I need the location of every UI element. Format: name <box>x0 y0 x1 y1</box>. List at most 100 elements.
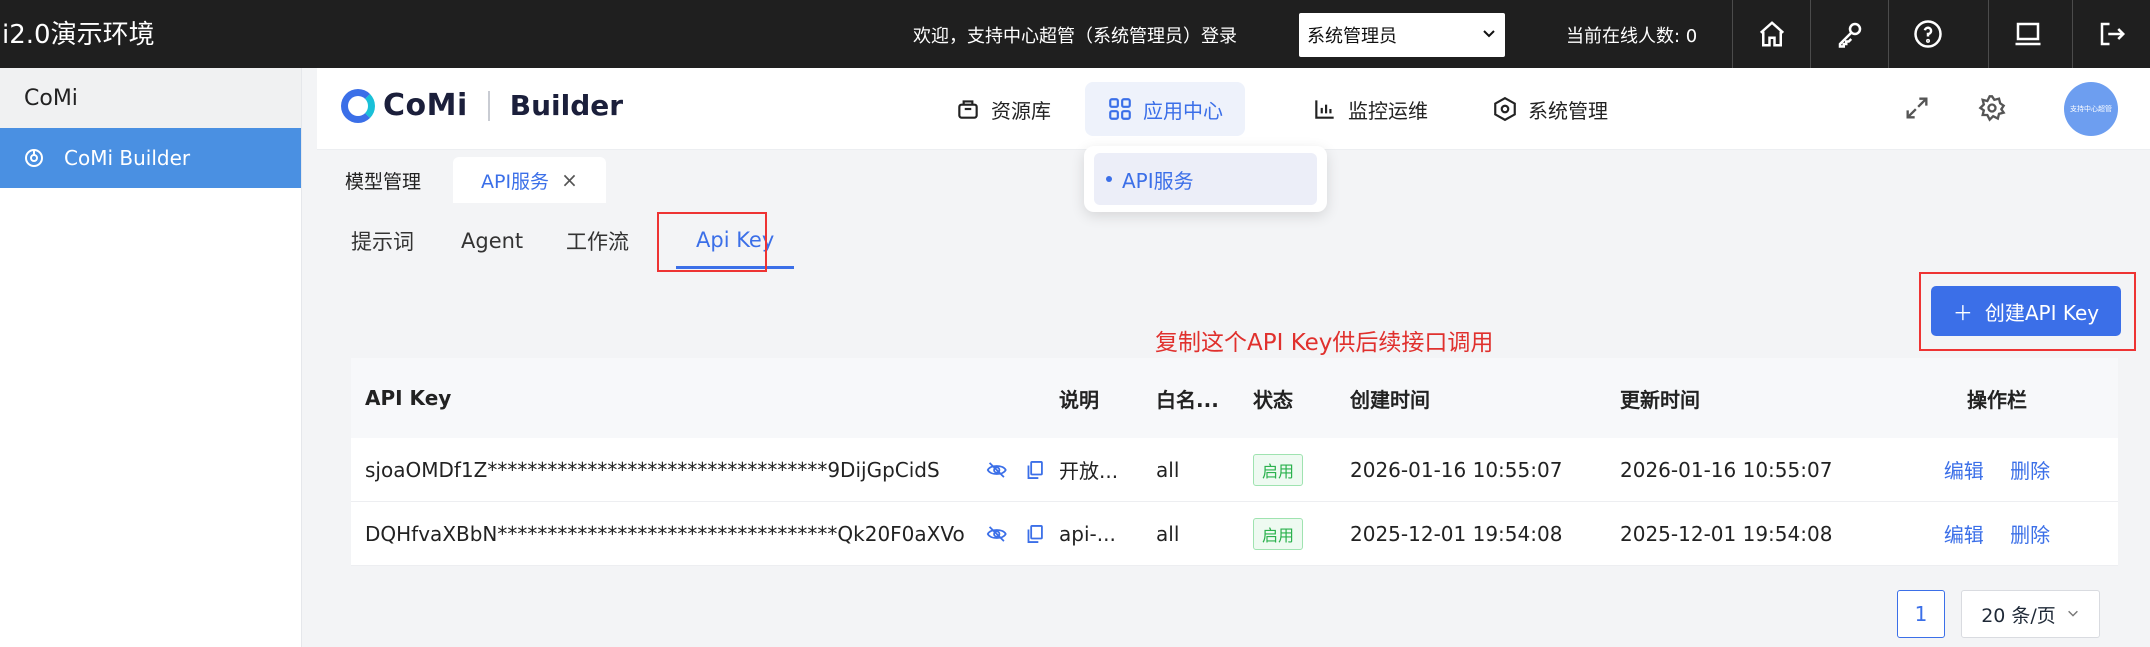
bullet-dot-icon <box>1106 176 1112 182</box>
edit-link[interactable]: 编辑 <box>1944 523 1984 547</box>
role-select-value: 系统管理员 <box>1307 26 1397 47</box>
whitelist-cell: all <box>1156 521 1180 546</box>
status-badge: 启用 <box>1253 453 1304 486</box>
nav-label: 资源库 <box>991 98 1051 123</box>
description-cell: 开放... <box>1059 459 1119 483</box>
logo-mark-icon <box>341 88 375 123</box>
subtab-prompts[interactable]: 提示词 <box>351 213 414 269</box>
close-icon[interactable]: × <box>561 168 578 192</box>
logout-button[interactable] <box>2072 0 2150 68</box>
tab-label: 模型管理 <box>345 170 422 193</box>
whitelist-cell: all <box>1156 457 1180 482</box>
tab-api-service[interactable]: API服务 × <box>453 157 606 203</box>
subtab-label: 提示词 <box>351 230 414 254</box>
annotation-text: 复制这个API Key供后续接口调用 <box>1155 330 1494 356</box>
eye-off-icon[interactable] <box>986 523 1008 545</box>
hexagon-gear-icon <box>1494 96 1516 122</box>
builder-icon <box>25 149 43 167</box>
left-sidebar: CoMi CoMi Builder <box>0 68 302 647</box>
chevron-down-icon <box>2066 603 2080 625</box>
app-center-dropdown: API服务 <box>1084 146 1327 212</box>
monitor-icon <box>2015 22 2040 46</box>
home-icon <box>1759 21 1784 47</box>
api-key-table: API Key 说明 白名... 状态 创建时间 更新时间 操作栏 sjoaOM… <box>351 358 2118 566</box>
updated-cell: 2026-01-16 10:55:07 <box>1620 457 1833 482</box>
api-key-value: DQHfvaXBbN******************************… <box>365 521 965 546</box>
edit-link[interactable]: 编辑 <box>1944 459 1984 483</box>
expand-icon <box>1906 97 1928 119</box>
chart-icon <box>1315 100 1334 119</box>
online-count: 当前在线人数: 0 <box>1566 26 1698 47</box>
operations-cell: 编辑 删除 <box>1876 455 2118 484</box>
logout-icon <box>2100 22 2125 46</box>
logo-divider <box>487 90 490 121</box>
main-content: 提示词 Agent 工作流 Api Key ＋ 创建API Key 复制这个AP… <box>317 203 2150 647</box>
column-header-description: 说明 <box>1059 387 1099 412</box>
column-header-status: 状态 <box>1253 387 1293 412</box>
description-cell: api-... <box>1059 521 1116 546</box>
sidebar-header: CoMi <box>0 68 301 128</box>
create-button-label: 创建API Key <box>1984 300 2100 325</box>
row-key-actions <box>972 523 1045 545</box>
row-key-actions <box>972 459 1045 481</box>
monitor-button[interactable] <box>1988 0 2066 68</box>
created-cell: 2026-01-16 10:55:07 <box>1350 457 1563 482</box>
nav-label: 应用中心 <box>1143 98 1223 123</box>
page-number-button[interactable]: 1 <box>1897 590 1945 638</box>
status-cell: 启用 <box>1239 517 1336 550</box>
role-select[interactable]: 系统管理员 <box>1299 13 1505 57</box>
column-header-operations: 操作栏 <box>1967 387 2027 412</box>
tab-label: API服务 <box>481 170 550 193</box>
column-header-whitelist: 白名... <box>1156 387 1219 412</box>
table-header: API Key 说明 白名... 状态 创建时间 更新时间 操作栏 <box>351 358 2118 438</box>
page-size-select[interactable]: 20 条/页 <box>1961 590 2100 638</box>
api-key-value: sjoaOMDf1Z******************************… <box>365 457 940 482</box>
sidebar-item-comi-builder[interactable]: CoMi Builder <box>0 128 301 188</box>
fullscreen-button[interactable] <box>1903 94 1933 124</box>
nav-system-management[interactable]: 系统管理 <box>1470 82 1630 136</box>
table-row: DQHfvaXBbN******************************… <box>351 502 2118 566</box>
key-button[interactable] <box>1810 0 1888 68</box>
gear-icon <box>1978 95 2006 122</box>
subtab-label: 工作流 <box>566 230 629 254</box>
subtab-label: Agent <box>461 229 524 253</box>
delete-link[interactable]: 删除 <box>2010 523 2050 547</box>
status-cell: 启用 <box>1239 453 1336 486</box>
tab-model-management[interactable]: 模型管理 <box>317 157 449 203</box>
create-api-key-button[interactable]: ＋ 创建API Key <box>1931 286 2121 336</box>
nav-label: 系统管理 <box>1528 98 1608 123</box>
page-size-value: 20 条/页 <box>1981 604 2056 627</box>
home-button[interactable] <box>1732 0 1810 68</box>
key-icon <box>1838 22 1861 48</box>
operations-cell: 编辑 删除 <box>1876 519 2118 548</box>
column-header-api-key: API Key <box>365 386 452 410</box>
created-cell: 2025-12-01 19:54:08 <box>1350 521 1563 546</box>
subtab-workflow[interactable]: 工作流 <box>566 213 629 269</box>
copy-icon[interactable] <box>1024 523 1046 545</box>
copy-icon[interactable] <box>1024 459 1046 481</box>
sidebar-item-label: CoMi Builder <box>64 146 191 170</box>
box-icon <box>958 100 978 119</box>
updated-cell: 2025-12-01 19:54:08 <box>1620 521 1833 546</box>
dropdown-item-api-service[interactable]: API服务 <box>1094 153 1317 205</box>
help-button[interactable] <box>1888 0 1966 68</box>
nav-resource-library[interactable]: 资源库 <box>933 82 1073 136</box>
pagination: 1 20 条/页 <box>1897 590 2100 638</box>
column-header-updated: 更新时间 <box>1620 387 1700 412</box>
welcome-text: 欢迎，支持中心超管（系统管理员）登录 <box>913 26 1237 47</box>
table-row: sjoaOMDf1Z******************************… <box>351 438 2118 502</box>
nav-monitoring[interactable]: 监控运维 <box>1290 82 1450 136</box>
dropdown-item-label: API服务 <box>1122 168 1194 193</box>
logo-builder-text: Builder <box>509 89 624 122</box>
settings-button[interactable] <box>1978 94 2008 124</box>
delete-link[interactable]: 删除 <box>2010 459 2050 483</box>
status-badge: 启用 <box>1253 517 1304 550</box>
nav-app-center[interactable]: 应用中心 <box>1085 82 1245 136</box>
app-header: CoMi Builder 资源库 应用中心 监控运维 系统管理 支持中心超管 <box>317 68 2150 150</box>
column-header-created: 创建时间 <box>1350 387 1430 412</box>
environment-title: i2.0演示环境 <box>2 20 155 50</box>
eye-off-icon[interactable] <box>986 459 1008 481</box>
subtab-agent[interactable]: Agent <box>461 213 523 269</box>
user-avatar[interactable]: 支持中心超管 <box>2064 82 2118 136</box>
grid-icon <box>1109 98 1131 120</box>
